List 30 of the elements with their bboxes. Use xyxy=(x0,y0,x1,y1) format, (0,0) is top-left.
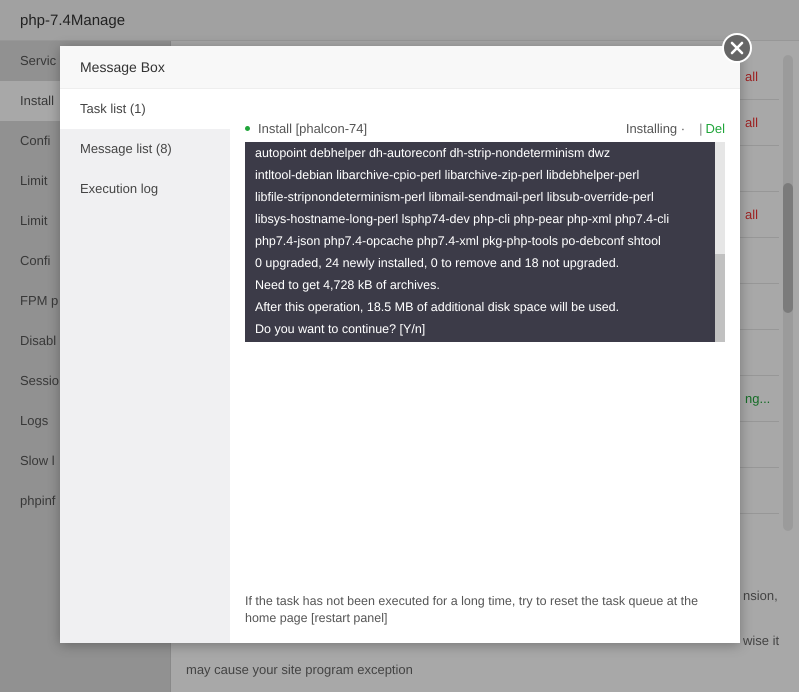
task-name: Install [phalcon-74] xyxy=(258,120,368,136)
log-line: autopoint debhelper dh-autoreconf dh-strip-nondeterminism dwz xyxy=(255,145,612,162)
log-line: libsys-hostname-long-perl lsphp74-dev php-cli php-pear php-xml php7.4-cli xyxy=(255,211,670,228)
dialog-title: Message Box xyxy=(80,59,165,75)
separator-text: | xyxy=(699,120,702,136)
status-text: all xyxy=(745,207,758,222)
log-line: Need to get 4,728 kB of archives. xyxy=(255,277,441,294)
status-text: all xyxy=(745,115,758,130)
status-text: all xyxy=(745,69,758,84)
status-text: ng... xyxy=(745,391,770,406)
note-text: may cause your site program exception xyxy=(185,662,414,677)
log-line: intltool-debian libarchive-cpio-perl libarchive-zip-perl libdebhelper-perl xyxy=(255,167,640,184)
dialog-tab[interactable]: Task list (1) xyxy=(60,89,230,129)
note-text: nsion, xyxy=(743,588,778,603)
task-status: Installing · xyxy=(626,120,686,136)
hint-text: If the task has not been executed for a long time, try to reset the task queue at the home page [restart panel] xyxy=(245,593,700,627)
log-line: Do you want to continue? [Y/n] xyxy=(255,321,426,338)
dialog-tab[interactable]: Execution log xyxy=(60,169,230,209)
status-dot-icon xyxy=(245,126,250,130)
note-text: wise it xyxy=(743,633,780,648)
scrollbar[interactable] xyxy=(783,55,794,531)
scrollbar[interactable] xyxy=(715,142,725,342)
log-line: libfile-stripnondeterminism-perl libmail-sendmail-perl libsub-override-perl xyxy=(255,189,655,206)
close-icon[interactable] xyxy=(722,33,752,63)
page-title: php-7.4Manage xyxy=(20,12,126,28)
log-line: php7.4-json php7.4-opcache php7.4-xml pkg-php-tools po-debconf shtool xyxy=(255,233,662,250)
delete-link[interactable]: Del xyxy=(705,120,725,136)
log-line: After this operation, 18.5 MB of additional disk space will be used. xyxy=(255,299,620,316)
dialog-tab[interactable]: Message list (8) xyxy=(60,129,230,169)
log-line: 0 upgraded, 24 newly installed, 0 to remove and 18 not upgraded. xyxy=(255,255,620,272)
